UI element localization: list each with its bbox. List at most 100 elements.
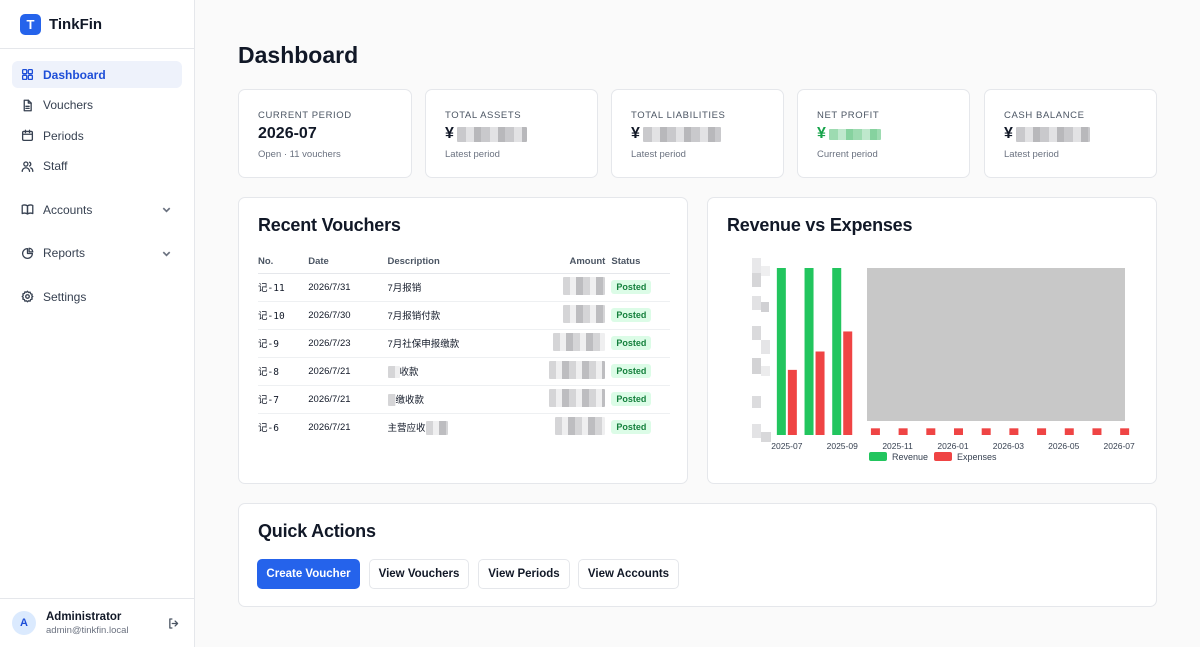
user-name: Administrator: [46, 610, 122, 623]
voucher-amount: [549, 301, 606, 330]
sidebar-item-accounts[interactable]: Accounts: [12, 196, 182, 223]
status-badge: Posted: [611, 336, 652, 350]
stat-value: ¥: [1004, 125, 1090, 143]
voucher-no[interactable]: 记-10: [258, 301, 309, 330]
calendar-icon: [21, 129, 34, 142]
voucher-status: Posted: [605, 413, 670, 441]
voucher-no[interactable]: 记-9: [258, 329, 309, 358]
sidebar-item-reports[interactable]: Reports: [12, 240, 182, 267]
redacted-value: [549, 360, 606, 379]
redacted-value: [456, 126, 527, 142]
voucher-date: 2026/7/21: [308, 357, 388, 386]
grid-icon: [21, 68, 34, 81]
create-voucher-button[interactable]: Create Voucher: [257, 559, 360, 589]
view-vouchers-button[interactable]: View Vouchers: [369, 559, 469, 589]
bar-expenses-2025-11: [898, 428, 908, 435]
redacted-value: [553, 332, 606, 351]
redacted-value: [555, 416, 606, 435]
voucher-description: 7月报销付款: [387, 301, 550, 330]
logout-icon[interactable]: [167, 617, 180, 630]
sidebar-item-vouchers[interactable]: Vouchers: [12, 92, 182, 119]
voucher-status: Posted: [605, 301, 670, 330]
voucher-date: 2026/7/21: [308, 385, 388, 414]
x-tick-label: 2025-09: [827, 441, 858, 451]
redacted-value: [1015, 126, 1090, 142]
card-title: Quick Actions: [258, 521, 376, 541]
column-header: Description: [387, 250, 550, 274]
legend-swatch-expenses: [934, 452, 952, 461]
sidebar-item-staff[interactable]: Staff: [12, 153, 182, 180]
table-row[interactable]: 记-11 2026/7/31 7月报销 Posted: [258, 273, 670, 302]
voucher-description: 收款: [387, 357, 550, 386]
redacted-value: [549, 388, 606, 407]
voucher-status: Posted: [605, 357, 670, 386]
card-title: Recent Vouchers: [258, 215, 401, 235]
voucher-no[interactable]: 记-6: [258, 413, 308, 441]
table-header-row: No. Date Description Amount Status: [258, 250, 670, 274]
view-accounts-button[interactable]: View Accounts: [578, 559, 679, 589]
stat-label: Total Liabilities: [631, 110, 726, 121]
voucher-no[interactable]: 记-8: [258, 357, 309, 386]
voucher-status: Posted: [605, 273, 670, 302]
column-header: No.: [258, 250, 309, 274]
chevron-down-icon[interactable]: [161, 248, 172, 259]
sidebar-nav: Dashboard Vouchers Periods Staff Account…: [0, 49, 194, 310]
sidebar: T TinkFin Dashboard Vouchers Periods Sta…: [0, 0, 195, 647]
stat-value: 2026-07: [258, 125, 317, 142]
file-icon: [21, 99, 34, 112]
column-header: Date: [308, 250, 388, 274]
table-row[interactable]: 记-6 2026/7/21 主营应收 Posted: [258, 413, 670, 441]
pie-icon: [21, 247, 34, 260]
x-tick-label: 2026-03: [993, 441, 1024, 451]
voucher-no[interactable]: 记-7: [258, 385, 309, 414]
table-row[interactable]: 记-10 2026/7/30 7月报销付款 Posted: [258, 301, 670, 330]
brand-logo: T: [20, 13, 41, 35]
voucher-amount: [549, 385, 606, 414]
gear-icon: [21, 290, 34, 303]
voucher-status: Posted: [605, 385, 670, 414]
legend-swatch-revenue: [869, 452, 887, 461]
voucher-no[interactable]: 记-11: [258, 273, 309, 302]
stat-card-current-period: Current Period 2026-07 Open · 11 voucher…: [238, 89, 412, 178]
redacted-value: [387, 394, 396, 407]
stat-value: ¥: [445, 125, 527, 143]
sidebar-item-periods[interactable]: Periods: [12, 122, 182, 149]
currency-symbol: ¥: [817, 125, 826, 142]
stat-sub: Latest period: [1004, 149, 1059, 160]
status-badge: Posted: [611, 280, 652, 294]
brand-name: TinkFin: [49, 15, 103, 33]
x-tick-label: 2026-07: [1104, 441, 1135, 451]
user-email: admin@tinkfin.local: [46, 624, 129, 636]
brand[interactable]: T TinkFin: [0, 0, 194, 49]
bar-expenses-2026-04: [1037, 428, 1047, 435]
currency-symbol: ¥: [445, 125, 454, 142]
redacted-value: [563, 304, 606, 323]
sidebar-item-dashboard[interactable]: Dashboard: [12, 61, 182, 88]
currency-symbol: ¥: [1004, 125, 1013, 142]
sidebar-item-label: Reports: [43, 246, 86, 260]
bar-expenses-2025-09: [843, 331, 853, 435]
y-axis-redacted: [752, 258, 771, 442]
voucher-date: 2026/7/21: [308, 421, 351, 433]
table-row[interactable]: 记-7 2026/7/21 缴收款 Posted: [258, 385, 670, 414]
redacted-value: [563, 276, 606, 295]
view-periods-button[interactable]: View Periods: [478, 559, 570, 589]
stat-label: Net Profit: [817, 110, 880, 121]
voucher-description: 主营应收: [388, 413, 550, 441]
sidebar-item-settings[interactable]: Settings: [12, 283, 182, 310]
bar-revenue-2025-09: [832, 268, 842, 435]
stat-card-cash-balance: Cash Balance ¥ Latest period: [984, 89, 1157, 178]
chevron-down-icon[interactable]: [161, 204, 172, 215]
sidebar-item-label: Vouchers: [43, 98, 94, 112]
table-row[interactable]: 记-8 2026/7/21 收款 Posted: [258, 357, 670, 386]
bar-expenses-2025-08: [815, 351, 825, 435]
table-row[interactable]: 记-9 2026/7/23 7月社保申报缴款 Posted: [258, 329, 670, 358]
redacted-value: [642, 126, 721, 142]
user-profile[interactable]: A Administrator admin@tinkfin.local: [0, 598, 194, 647]
x-tick-label: 2026-05: [1048, 441, 1079, 451]
x-tick-label: 2025-07: [771, 441, 802, 451]
voucher-amount: [549, 413, 606, 441]
users-icon: [21, 160, 34, 173]
recent-vouchers-card: Recent Vouchers No. Date Description Amo…: [238, 197, 688, 484]
avatar: A: [12, 611, 36, 635]
